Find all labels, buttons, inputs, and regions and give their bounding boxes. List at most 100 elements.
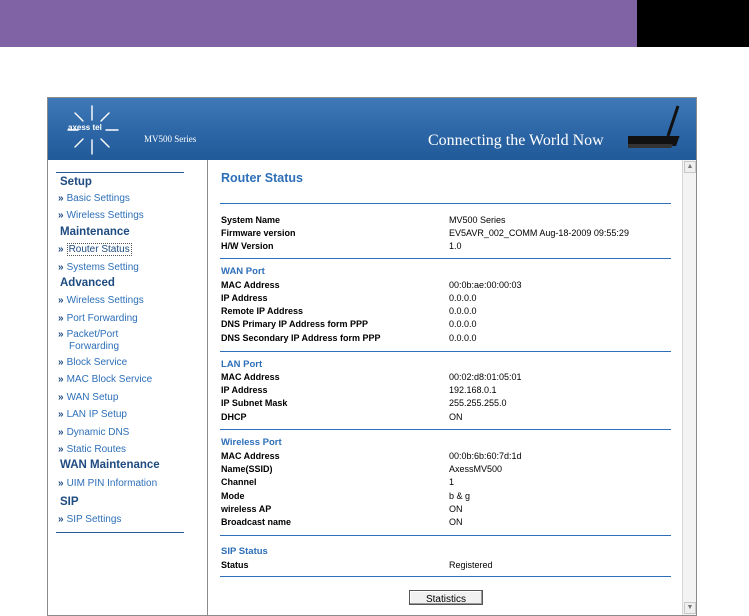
lan-dhcp-label: DHCP (221, 412, 247, 422)
top-black-block (637, 0, 749, 47)
wan-ip-value: 0.0.0.0 (449, 293, 477, 303)
lan-subnet-mask-value: 255.255.255.0 (449, 398, 507, 408)
router-status-panel: Router Status System Name MV500 Series F… (210, 160, 682, 615)
header-tagline: Connecting the World Now (428, 132, 604, 149)
sidebar-item-packet-port-forwarding-line2[interactable]: Forwarding (69, 341, 119, 352)
system-name-label: System Name (221, 215, 281, 225)
sidebar-item-dynamic-dns[interactable]: » Dynamic DNS (58, 427, 129, 438)
hw-version-label: H/W Version (221, 241, 274, 251)
chevron-double-right-icon: » (58, 409, 64, 420)
sip-status-value: Registered (449, 560, 493, 570)
sidebar-item-block-service[interactable]: » Block Service (58, 357, 127, 368)
wireless-channel-value: 1 (449, 477, 455, 487)
lan-port-heading: LAN Port (221, 359, 263, 370)
lan-mac-label: MAC Address (221, 372, 280, 382)
chevron-double-right-icon: » (58, 244, 64, 255)
section-divider (220, 258, 671, 259)
wireless-port-heading: Wireless Port (221, 437, 282, 448)
wan-ip-label: IP Address (221, 293, 268, 303)
logo-text: axess tel (68, 123, 102, 132)
wan-dns-secondary-label: DNS Secondary IP Address form PPP (221, 333, 381, 343)
wireless-mode-label: Mode (221, 491, 245, 501)
sidebar-item-adv-wireless-settings[interactable]: » Wireless Settings (58, 295, 144, 306)
wireless-ssid-value: AxessMV500 (449, 464, 503, 474)
section-divider (220, 203, 671, 204)
chevron-double-right-icon: » (58, 478, 64, 489)
router-web-ui-frame: axess tel MV500 Series Connecting the Wo… (47, 97, 697, 616)
statistics-button[interactable]: Statistics (409, 590, 483, 605)
sidebar-item-router-status[interactable]: » Router Status (58, 243, 132, 256)
sidebar-nav: Setup » Basic Settings » Wireless Settings… (48, 160, 208, 615)
sidebar-item-static-routes[interactable]: » Static Routes (58, 444, 126, 455)
chevron-double-right-icon: » (58, 313, 64, 324)
wan-remote-ip-value: 0.0.0.0 (449, 306, 477, 316)
sidebar-item-wireless-settings[interactable]: » Wireless Settings (58, 210, 144, 221)
chevron-double-right-icon: » (58, 262, 64, 273)
page-title: Router Status (221, 171, 303, 185)
wireless-mode-value: b & g (449, 491, 471, 501)
chevron-double-right-icon: » (58, 329, 64, 340)
section-divider (220, 576, 671, 577)
scroll-down-arrow-icon[interactable]: ▼ (684, 602, 696, 614)
lan-ip-label: IP Address (221, 385, 268, 395)
wan-dns-primary-value: 0.0.0.0 (449, 319, 477, 329)
firmware-version-value: EV5AVR_002_COMM Aug-18-2009 09:55:29 (449, 228, 629, 238)
chevron-double-right-icon: » (58, 444, 64, 455)
sidebar-item-sip-settings[interactable]: » SIP Settings (58, 514, 121, 525)
section-divider (220, 351, 671, 352)
wan-mac-label: MAC Address (221, 280, 280, 290)
lan-ip-value: 192.168.0.1 (449, 385, 497, 395)
sidebar-item-mac-block-service[interactable]: » MAC Block Service (58, 374, 152, 385)
lan-dhcp-value: ON (449, 412, 463, 422)
header-banner: axess tel MV500 Series Connecting the Wo… (48, 98, 696, 160)
section-divider (220, 535, 671, 536)
sidebar-heading-setup: Setup (60, 176, 92, 188)
wan-mac-value: 00:0b:ae:00:00:03 (449, 280, 522, 290)
wireless-ap-label: wireless AP (221, 504, 272, 514)
wireless-ssid-label: Name(SSID) (221, 464, 273, 474)
sidebar-item-systems-setting[interactable]: » Systems Setting (58, 262, 139, 273)
wan-remote-ip-label: Remote IP Address (221, 306, 304, 316)
sidebar-heading-wan-maintenance: WAN Maintenance (60, 459, 160, 471)
content-scrollbar[interactable]: ▲ ▼ (682, 160, 696, 615)
system-name-value: MV500 Series (449, 215, 506, 225)
chevron-double-right-icon: » (58, 357, 64, 368)
sidebar-item-wan-setup[interactable]: » WAN Setup (58, 392, 118, 403)
router-device-icon (628, 105, 680, 148)
wireless-mac-value: 00:0b:6b:60:7d:1d (449, 451, 522, 461)
top-purple-band (0, 0, 637, 47)
broadcast-name-value: ON (449, 517, 463, 527)
sip-status-heading: SIP Status (221, 546, 268, 557)
chevron-double-right-icon: » (58, 193, 64, 204)
chevron-double-right-icon: » (58, 210, 64, 221)
chevron-double-right-icon: » (58, 427, 64, 438)
firmware-version-label: Firmware version (221, 228, 296, 238)
broadcast-name-label: Broadcast name (221, 517, 292, 527)
sidebar-item-uim-pin-information[interactable]: » UIM PIN Information (58, 478, 157, 489)
section-divider (220, 429, 671, 430)
lan-mac-value: 00:02:d8:01:05:01 (449, 372, 522, 382)
wan-dns-primary-label: DNS Primary IP Address form PPP (221, 319, 369, 329)
sidebar-top-divider (56, 172, 184, 173)
sidebar-item-lan-ip-setup[interactable]: » LAN IP Setup (58, 409, 127, 420)
chevron-double-right-icon: » (58, 514, 64, 525)
sidebar-item-port-forwarding[interactable]: » Port Forwarding (58, 313, 138, 324)
sidebar-item-basic-settings[interactable]: » Basic Settings (58, 193, 130, 204)
hw-version-value: 1.0 (449, 241, 462, 251)
sidebar-heading-maintenance: Maintenance (60, 226, 130, 238)
sip-status-label: Status (221, 560, 249, 570)
sidebar-heading-sip: SIP (60, 496, 79, 508)
chevron-double-right-icon: » (58, 295, 64, 306)
series-label: MV500 Series (144, 134, 197, 144)
sidebar-heading-advanced: Advanced (60, 277, 115, 289)
wireless-mac-label: MAC Address (221, 451, 280, 461)
wan-port-heading: WAN Port (221, 266, 265, 277)
sidebar-item-packet-port-forwarding[interactable]: » Packet/Port (58, 329, 118, 340)
chevron-double-right-icon: » (58, 374, 64, 385)
sidebar-bottom-divider (56, 532, 184, 533)
chevron-double-right-icon: » (58, 392, 64, 403)
wan-dns-secondary-value: 0.0.0.0 (449, 333, 477, 343)
wireless-ap-value: ON (449, 504, 463, 514)
scroll-up-arrow-icon[interactable]: ▲ (684, 161, 696, 173)
wireless-channel-label: Channel (221, 477, 257, 487)
